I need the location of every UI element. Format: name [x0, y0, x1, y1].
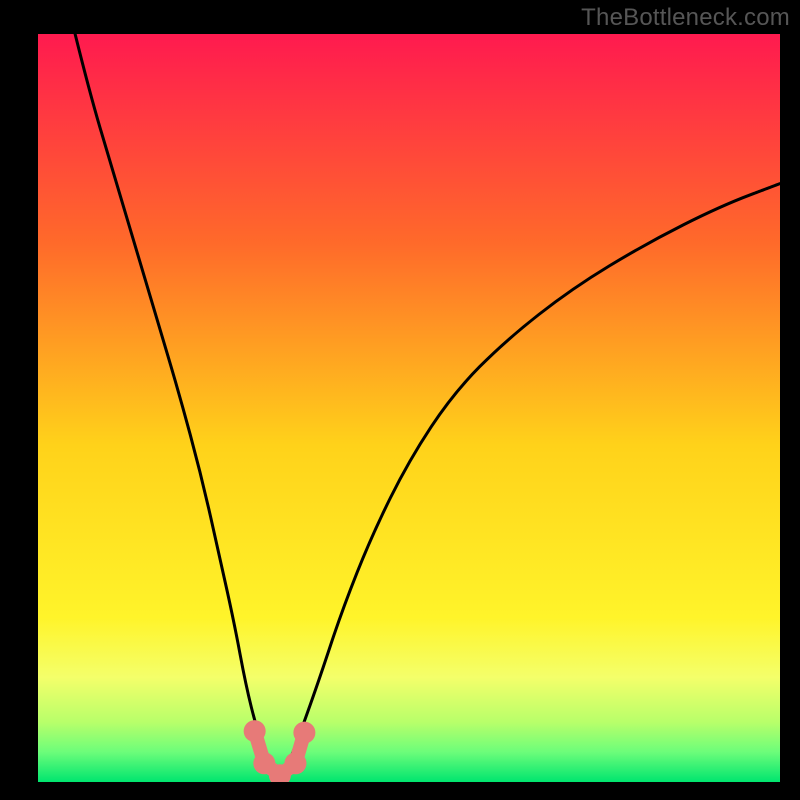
- curve-marker: [244, 720, 266, 742]
- plot-background: [38, 34, 780, 782]
- chart-frame: { "watermark": "TheBottleneck.com", "cha…: [0, 0, 800, 800]
- curve-marker: [284, 752, 306, 774]
- watermark-text: TheBottleneck.com: [581, 4, 790, 32]
- curve-marker: [293, 722, 315, 744]
- bottleneck-chart: [0, 0, 800, 800]
